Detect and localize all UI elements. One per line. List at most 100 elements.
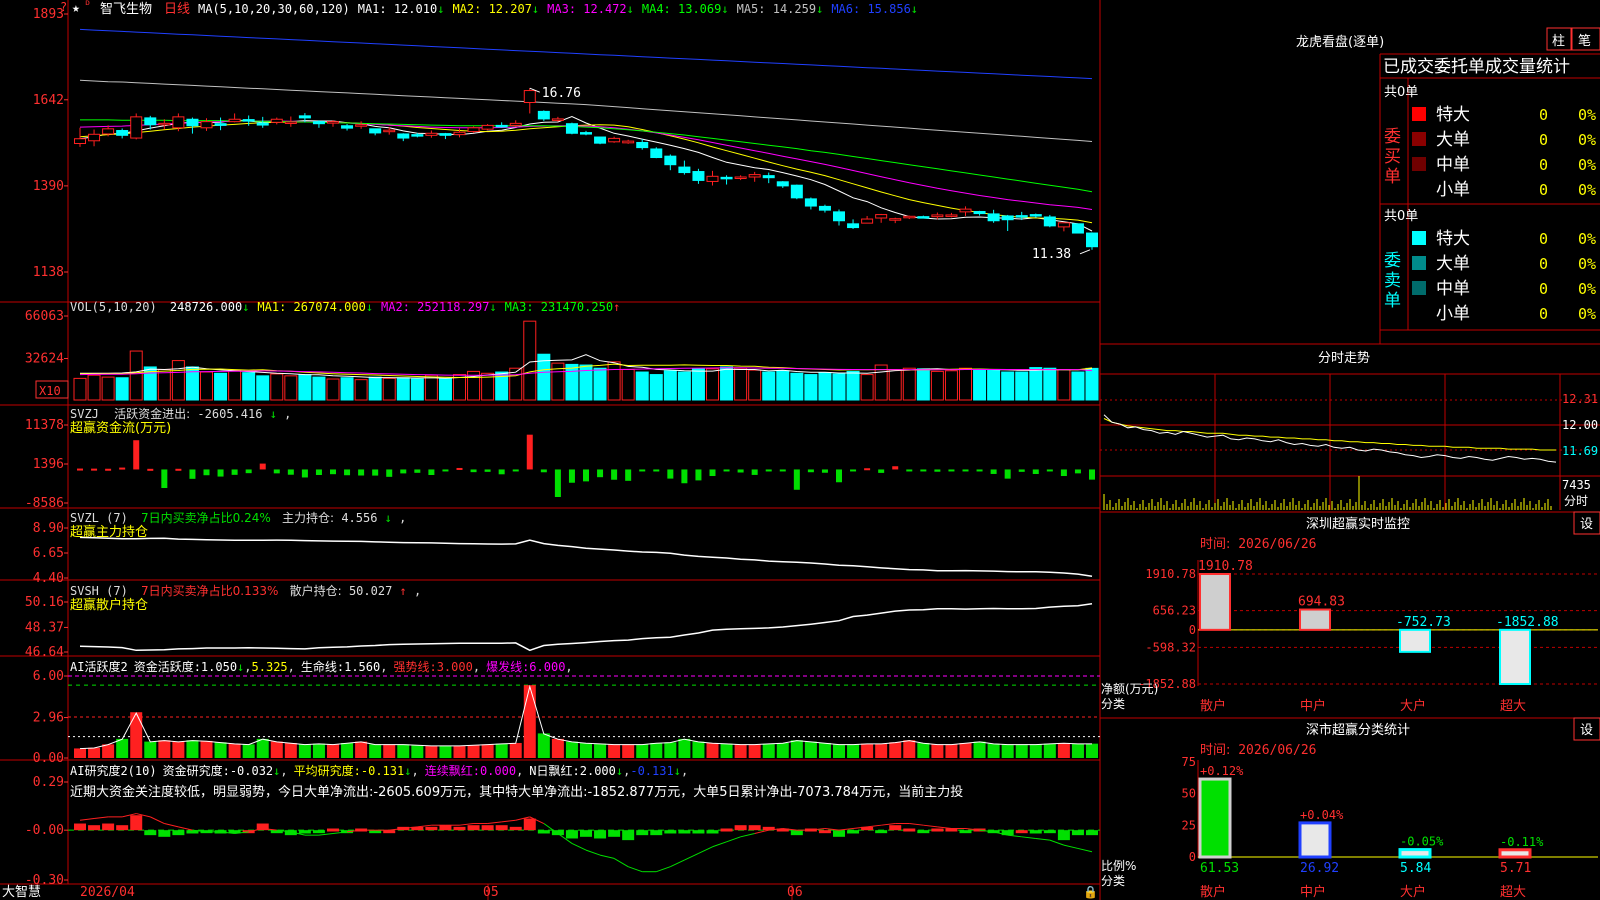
monitor-bar-1 xyxy=(1299,608,1331,631)
ai-research-arrow-1: ↓ xyxy=(404,764,411,778)
sell-swatch-2 xyxy=(1412,281,1426,295)
fund-flow-bar xyxy=(161,469,168,489)
research-bar xyxy=(636,830,649,836)
candle-body xyxy=(706,175,719,182)
fund-flow-bar xyxy=(934,469,941,472)
ai-active-sep-4: , xyxy=(565,660,572,674)
fund-flow-bar xyxy=(1032,469,1039,474)
activity-bar xyxy=(481,744,494,758)
ai-research-value-0: -0.032 xyxy=(230,764,273,778)
volume-bar xyxy=(115,377,129,401)
volume-bar xyxy=(649,374,663,401)
ai-research-sep-1: , xyxy=(411,764,418,778)
fund-flow-bar xyxy=(1089,469,1095,480)
stats-settings-label: 设 xyxy=(1580,723,1593,738)
research-bar xyxy=(678,830,691,834)
activity-bar xyxy=(397,744,410,758)
activity-bar xyxy=(242,744,255,758)
volume-bar xyxy=(438,377,452,401)
candle-body xyxy=(594,136,607,144)
svzl-title: SVZL (7) xyxy=(70,511,128,525)
activity-bar xyxy=(298,744,311,758)
buy-pct-1: 0% xyxy=(1578,131,1596,149)
monitor-bar-0 xyxy=(1199,573,1231,631)
star-icon[interactable]: ★ xyxy=(72,1,80,16)
volume-bar xyxy=(424,374,438,401)
activity-bar xyxy=(875,743,888,758)
activity-bar xyxy=(88,747,101,758)
period-label[interactable]: 日线 xyxy=(164,2,190,17)
volume-bar xyxy=(762,371,776,401)
ma-header-label-6: MA6: xyxy=(831,2,860,16)
candle-body xyxy=(214,123,227,126)
activity-bar xyxy=(312,743,325,758)
volume-bar xyxy=(354,379,368,401)
volume-bar xyxy=(298,374,312,401)
svzl-tick-1: 6.65 xyxy=(33,546,64,561)
ma-header-arrow-5: ↓ xyxy=(816,2,823,16)
volume-bar xyxy=(860,374,874,401)
fund-flow-bar xyxy=(962,469,969,472)
volume-bar xyxy=(677,371,691,401)
monitor-bar-2 xyxy=(1399,628,1431,653)
activity-bar xyxy=(678,738,691,758)
research-bar xyxy=(327,828,339,832)
ai-active-value-2: 1.560 xyxy=(344,660,380,674)
activity-bar xyxy=(889,742,902,758)
activity-bar xyxy=(369,744,382,758)
activity-bar xyxy=(1086,743,1098,758)
help-icon[interactable]: ? xyxy=(60,0,67,14)
svzl-arrow: ↓ xyxy=(385,511,392,525)
ma-header-arrow-6: ↓ xyxy=(911,2,918,16)
ma-header-value-1: 12.010 xyxy=(387,2,438,16)
vol-tick-0: 66063 xyxy=(25,309,64,324)
candle-body xyxy=(453,131,466,136)
activity-bar xyxy=(903,740,916,758)
volume-bar xyxy=(818,372,832,401)
svsh-subtitle: 超赢散户持仓 xyxy=(70,597,148,613)
stats-category-2: 大户 xyxy=(1400,884,1426,900)
fund-flow-bar xyxy=(976,469,983,472)
fund-flow-bar xyxy=(653,469,660,472)
activity-bar xyxy=(847,744,860,758)
activity-bar xyxy=(790,740,803,758)
volume-bar xyxy=(312,376,326,401)
ma-header-value-6: 15.856 xyxy=(860,2,911,16)
volume-bar xyxy=(790,372,804,401)
ma-header-value-3: 12.472 xyxy=(576,2,627,16)
vol-ma-value-2: 252118.297 xyxy=(410,300,489,314)
candle-body xyxy=(622,140,635,144)
candle-body xyxy=(425,132,438,136)
buy-pct-3: 0% xyxy=(1578,181,1596,199)
ai-active-label-0: 资金活跃度: xyxy=(134,659,201,674)
buy-total: 共0单 xyxy=(1384,85,1418,100)
activity-bar xyxy=(200,740,213,758)
fund-flow-bar xyxy=(358,469,365,476)
research-bar xyxy=(537,830,550,834)
activity-bar xyxy=(116,738,129,758)
svzl-tick-0: 8.90 xyxy=(33,521,64,536)
sell-name-1: 大单 xyxy=(1436,254,1470,274)
stats-title: 深市超赢分类统计 xyxy=(1306,722,1410,738)
activity-bar xyxy=(748,744,761,758)
vol-arrow: ↓ xyxy=(242,300,249,314)
volume-bar xyxy=(396,377,410,401)
activity-bar xyxy=(1043,743,1056,758)
volume-bar xyxy=(228,369,242,401)
research-bar xyxy=(467,825,480,831)
ai-research-label-1: 平均研究度: xyxy=(294,763,361,778)
candle-body xyxy=(580,132,592,135)
research-bar xyxy=(889,825,902,831)
activity-bar xyxy=(1029,744,1042,758)
research-bar xyxy=(453,826,466,831)
volume-bar xyxy=(607,361,621,401)
candle-body xyxy=(439,133,452,136)
kline-tick-1: 1642 xyxy=(33,93,64,108)
ai-research-sep-4: , xyxy=(681,764,688,778)
stats-annotation-2: -0.05% xyxy=(1400,835,1444,849)
candle-body xyxy=(945,214,958,217)
monitor-ytick-1: 656.23 xyxy=(1153,604,1196,618)
activity-bar xyxy=(734,744,747,758)
monitor-ytick-0: 1910.78 xyxy=(1145,567,1196,581)
fund-flow-bar xyxy=(751,469,758,475)
